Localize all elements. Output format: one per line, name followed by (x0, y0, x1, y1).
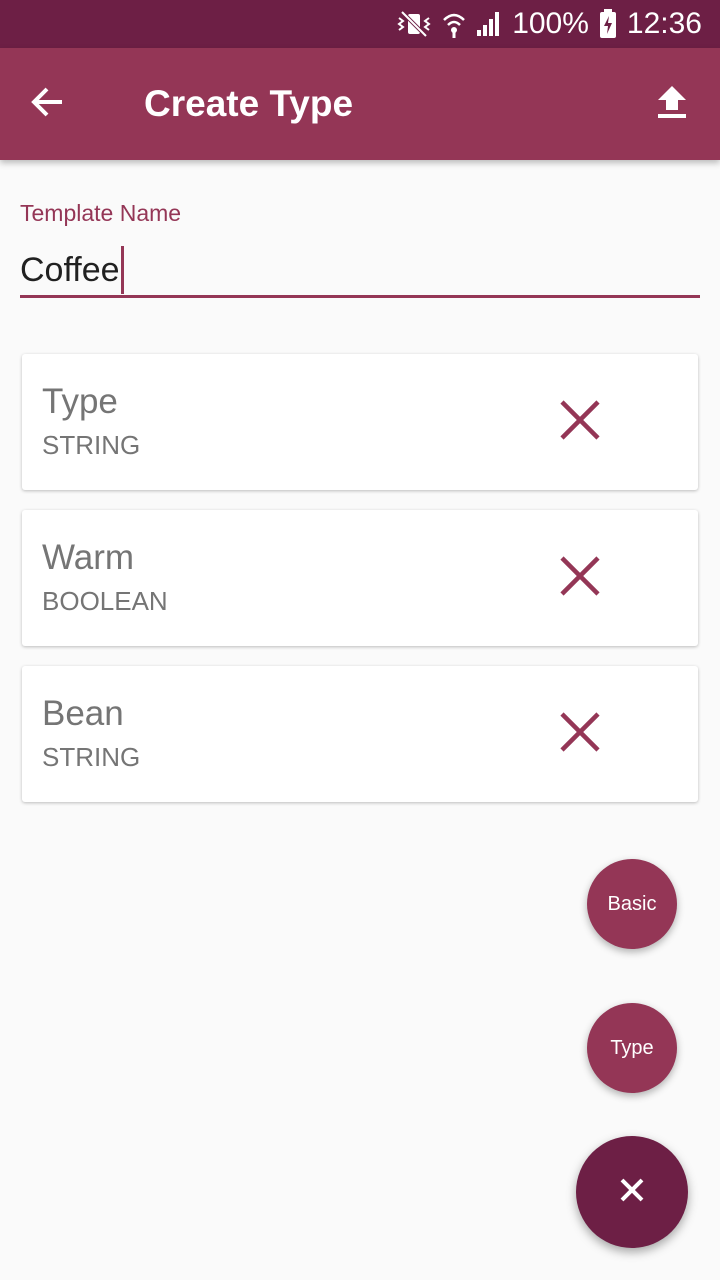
app-bar: Create Type (0, 48, 720, 160)
remove-field-button[interactable] (552, 706, 608, 762)
upload-icon (656, 84, 688, 125)
remove-field-button[interactable] (552, 550, 608, 606)
battery-charging-icon (599, 9, 617, 39)
signal-icon (476, 10, 502, 38)
close-icon (560, 711, 600, 757)
field-type: BOOLEAN (42, 586, 168, 616)
field-type: STRING (42, 742, 141, 772)
text-cursor (120, 246, 124, 294)
add-type-button[interactable]: Type (587, 1003, 677, 1093)
arrow-back-icon (30, 84, 66, 125)
remove-field-button[interactable] (552, 394, 608, 450)
battery-percent: 100% (512, 7, 589, 40)
close-icon (560, 399, 600, 445)
field-name: Type (42, 382, 118, 421)
add-basic-button[interactable]: Basic (587, 859, 677, 949)
field-card[interactable]: Warm BOOLEAN (22, 510, 698, 646)
close-fab-menu-button[interactable] (576, 1136, 688, 1248)
template-name-label: Template Name (20, 200, 182, 226)
field-type: STRING (42, 430, 141, 460)
close-icon (560, 555, 600, 601)
back-button[interactable] (24, 80, 72, 128)
field-card[interactable]: Type STRING (22, 354, 698, 490)
page-title: Create Type (144, 83, 354, 124)
field-name: Warm (42, 538, 135, 577)
field-name: Bean (42, 694, 124, 733)
template-name-input[interactable]: Coffee (20, 244, 700, 296)
clock: 12:36 (626, 7, 702, 40)
upload-button[interactable] (648, 80, 696, 128)
template-name-underline (20, 295, 700, 298)
status-bar: 100% 12:36 (0, 0, 720, 48)
template-name-value: Coffee (20, 250, 120, 289)
status-icons: 100% 12:36 (396, 0, 702, 48)
field-card[interactable]: Bean STRING (22, 666, 698, 802)
vibrate-icon (396, 10, 432, 38)
close-icon (619, 1177, 645, 1208)
wifi-icon (442, 10, 466, 38)
